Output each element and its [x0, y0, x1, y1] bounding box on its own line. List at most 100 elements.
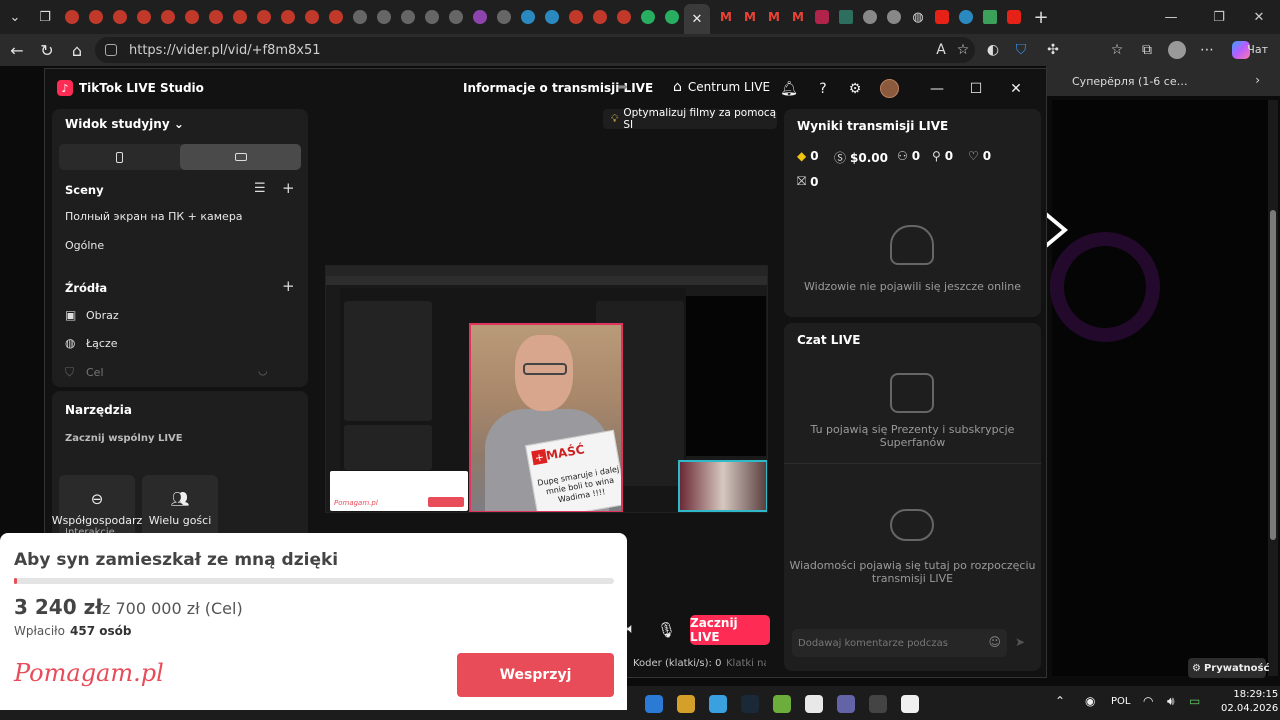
tab-favicon[interactable]	[540, 5, 564, 29]
gmail-tab-icon[interactable]: M	[738, 5, 762, 29]
taskbar-app-icon[interactable]	[741, 695, 759, 713]
home-icon[interactable]: ⌂	[62, 35, 92, 65]
scene-item[interactable]: Ogólne	[65, 239, 104, 252]
secondary-camera-source[interactable]	[678, 460, 767, 512]
tab-favicon[interactable]	[420, 5, 444, 29]
new-tab-plus-icon[interactable]: +	[1026, 2, 1056, 32]
collections-icon[interactable]: ⧉	[1134, 37, 1160, 63]
send-icon[interactable]: ➤	[1015, 635, 1025, 649]
tab-favicon[interactable]	[882, 5, 906, 29]
taskbar-app-icon[interactable]	[901, 695, 919, 713]
view-mode-dropdown[interactable]: Widok studyjny ⌄	[65, 117, 184, 131]
tab-favicon[interactable]	[636, 5, 660, 29]
wifi-icon[interactable]: ◠	[1143, 694, 1153, 708]
portrait-mode-button[interactable]	[59, 144, 179, 170]
user-avatar[interactable]	[880, 79, 899, 98]
gmail-tab-icon[interactable]: M	[714, 5, 738, 29]
minimize-icon[interactable]: —	[927, 79, 947, 99]
favorites-icon[interactable]: ☆	[1104, 37, 1130, 63]
clock[interactable]: 18:29:15 02.04.2026	[1221, 688, 1278, 716]
battery-icon[interactable]: ▭	[1189, 694, 1200, 708]
close-window-icon[interactable]: ✕	[1236, 0, 1280, 34]
tab-favicon[interactable]	[132, 5, 156, 29]
gmail-tab-icon[interactable]: M	[786, 5, 810, 29]
extension-icon[interactable]: ◐	[980, 37, 1006, 63]
speaker-icon[interactable]: 🔈︎	[627, 621, 635, 637]
taskbar-app-icon[interactable]	[837, 695, 855, 713]
tab-favicon[interactable]	[60, 5, 84, 29]
stream-preview[interactable]: + MAŚĆ Dupę smaruje i dalej mnie boli to…	[325, 265, 768, 513]
tab-favicon[interactable]	[228, 5, 252, 29]
tab-favicon[interactable]	[348, 5, 372, 29]
tab-favicon[interactable]	[156, 5, 180, 29]
tab-favicon[interactable]	[516, 5, 540, 29]
emoji-icon[interactable]: ☺	[988, 635, 1001, 649]
tab-favicon[interactable]	[372, 5, 396, 29]
tab-favicon[interactable]	[396, 5, 420, 29]
tab-favicon[interactable]	[324, 5, 348, 29]
support-button[interactable]: Wesprzyj	[457, 653, 614, 697]
taskbar-app-icon[interactable]	[709, 695, 727, 713]
tab-favicon[interactable]	[444, 5, 468, 29]
source-item[interactable]: Obraz	[86, 309, 119, 322]
tab-favicon[interactable]	[660, 5, 684, 29]
taskbar-app-icon[interactable]	[645, 695, 663, 713]
ai-optimize-tip[interactable]: 💡︎ Optymalizuj filmy za pomocą SI	[603, 107, 777, 131]
background-video[interactable]	[1052, 100, 1268, 676]
add-source-plus-icon[interactable]: +	[282, 277, 295, 295]
privacy-button[interactable]: ⚙ Prywatność	[1188, 658, 1269, 678]
settings-gear-icon[interactable]: ⚙	[845, 79, 865, 99]
tab-favicon[interactable]	[588, 5, 612, 29]
comment-input[interactable]: Dodawaj komentarze podczas ☺	[792, 629, 1007, 657]
help-icon[interactable]: ?	[813, 79, 833, 99]
multi-guest-button[interactable]: 👥︎ Wielu gości	[142, 475, 218, 541]
tab-favicon[interactable]	[84, 5, 108, 29]
chevron-right-icon[interactable]: ›	[1255, 73, 1260, 87]
source-item[interactable]: Łącze	[86, 337, 118, 350]
tab-favicon[interactable]	[612, 5, 636, 29]
start-live-button[interactable]: Zacznij LIVE	[690, 615, 770, 645]
tab-favicon[interactable]	[810, 5, 834, 29]
close-icon[interactable]: ✕	[1006, 79, 1026, 99]
tab-favicon[interactable]	[858, 5, 882, 29]
volume-icon[interactable]: 🔊︎	[1167, 694, 1175, 709]
webcam-source[interactable]: + MAŚĆ Dupę smaruje i dalej mnie boli to…	[469, 323, 623, 512]
site-info-icon[interactable]	[105, 44, 117, 56]
scene-item[interactable]: Полный экран на ПК + камера	[65, 210, 243, 223]
tab-favicon[interactable]	[834, 5, 858, 29]
add-scene-plus-icon[interactable]: +	[282, 179, 295, 197]
landscape-mode-button[interactable]	[180, 144, 301, 170]
shield-extension-icon[interactable]: ⛉	[1008, 37, 1034, 63]
more-menu-icon[interactable]: ⋯	[1194, 37, 1220, 63]
globe-icon[interactable]: ◍	[906, 5, 930, 29]
bell-icon[interactable]: 🔔︎	[779, 79, 799, 99]
hidden-eye-icon[interactable]: ◡	[258, 364, 268, 377]
tab-favicon[interactable]	[204, 5, 228, 29]
tab-favicon[interactable]	[492, 5, 516, 29]
minimize-icon[interactable]: —	[1148, 0, 1194, 34]
location-icon[interactable]: ◉	[1085, 694, 1095, 708]
tab-favicon[interactable]	[564, 5, 588, 29]
tab-list-chevron-icon[interactable]: ⌄	[0, 2, 30, 32]
microphone-icon[interactable]: 🎙︎	[657, 621, 676, 639]
centrum-live-button[interactable]: ⌂ Centrum LIVE	[673, 79, 770, 95]
tab-favicon[interactable]	[108, 5, 132, 29]
active-tab-close-icon[interactable]: ✕	[684, 4, 710, 34]
page-scrollbar[interactable]	[1268, 100, 1278, 676]
extensions-puzzle-icon[interactable]: ✣	[1040, 37, 1066, 63]
chevron-up-icon[interactable]: ⌃	[1055, 694, 1065, 708]
tab-favicon[interactable]	[954, 5, 978, 29]
favorite-star-icon[interactable]: ☆	[950, 37, 976, 63]
taskbar-app-icon[interactable]	[677, 695, 695, 713]
taskbar-app-icon[interactable]	[805, 695, 823, 713]
profile-avatar[interactable]	[1164, 37, 1190, 63]
tab-favicon[interactable]	[468, 5, 492, 29]
youtube-tab-icon[interactable]	[1002, 5, 1026, 29]
tab-favicon[interactable]	[276, 5, 300, 29]
chat-label[interactable]: Чат	[1247, 43, 1268, 56]
language-indicator[interactable]: POL	[1111, 696, 1130, 707]
reload-icon[interactable]: ↻	[32, 35, 62, 65]
tab-favicon[interactable]	[180, 5, 204, 29]
source-item[interactable]: Cel	[86, 366, 104, 379]
tab-favicon[interactable]	[252, 5, 276, 29]
